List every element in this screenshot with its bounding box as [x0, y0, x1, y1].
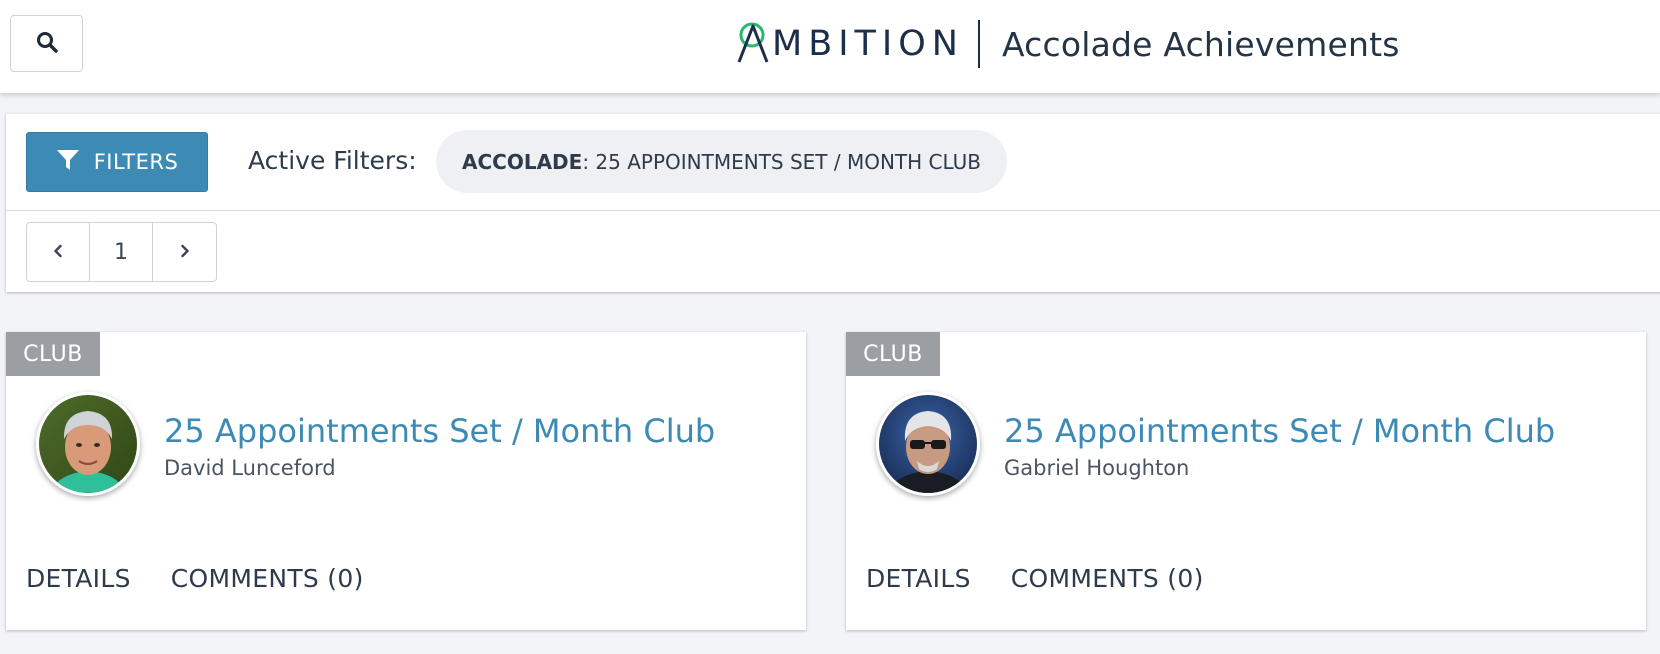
- chevron-right-icon: [178, 240, 192, 265]
- details-button[interactable]: DETAILS: [866, 564, 971, 593]
- card-actions: DETAILS COMMENTS (0): [26, 564, 364, 593]
- ambition-logo[interactable]: MBITION: [736, 18, 964, 70]
- page-title: Accolade Achievements: [1001, 24, 1400, 64]
- logo-text: MBITION: [772, 24, 964, 64]
- filter-chip-key: ACCOLADE: [462, 149, 583, 174]
- next-page-button[interactable]: [153, 223, 216, 281]
- search-button[interactable]: [10, 15, 83, 72]
- chevron-left-icon: [51, 240, 65, 265]
- search-icon: [35, 30, 59, 58]
- card-person-name: Gabriel Houghton: [1004, 456, 1190, 480]
- panel-divider: [6, 210, 1660, 211]
- details-button[interactable]: DETAILS: [26, 564, 131, 593]
- pagination: 1: [26, 222, 217, 282]
- filter-icon: [56, 148, 80, 176]
- card-badge: CLUB: [846, 332, 940, 376]
- comments-button[interactable]: COMMENTS (0): [171, 564, 364, 593]
- avatar[interactable]: [36, 392, 140, 496]
- card-title-link[interactable]: 25 Appointments Set / Month Club: [164, 412, 715, 450]
- comments-button[interactable]: COMMENTS (0): [1011, 564, 1204, 593]
- achievement-card: CLUB 25 Appointments Set / Month Club Da…: [6, 332, 806, 630]
- achievement-card: CLUB 25 Appointments Set / Month Club Ga…: [846, 332, 1646, 630]
- filters-button[interactable]: FILTERS: [26, 132, 208, 192]
- logo-a-icon: [736, 18, 772, 70]
- card-actions: DETAILS COMMENTS (0): [866, 564, 1204, 593]
- page-number[interactable]: 1: [90, 223, 153, 281]
- filter-chip-value: : 25 APPOINTMENTS SET / MONTH CLUB: [582, 149, 982, 174]
- top-bar: MBITION Accolade Achievements: [0, 0, 1660, 93]
- avatar[interactable]: [876, 392, 980, 496]
- card-badge: CLUB: [6, 332, 100, 376]
- brand-divider: [977, 20, 980, 68]
- brand: MBITION Accolade Achievements: [736, 18, 1400, 70]
- active-filters-label: Active Filters:: [248, 146, 417, 175]
- active-filter-chip[interactable]: ACCOLADE: 25 APPOINTMENTS SET / MONTH CL…: [436, 130, 1008, 193]
- filters-button-label: FILTERS: [93, 150, 179, 174]
- card-person-name: David Lunceford: [164, 456, 336, 480]
- prev-page-button[interactable]: [27, 223, 90, 281]
- filter-panel: FILTERS Active Filters: ACCOLADE: 25 APP…: [6, 114, 1660, 292]
- card-title-link[interactable]: 25 Appointments Set / Month Club: [1004, 412, 1555, 450]
